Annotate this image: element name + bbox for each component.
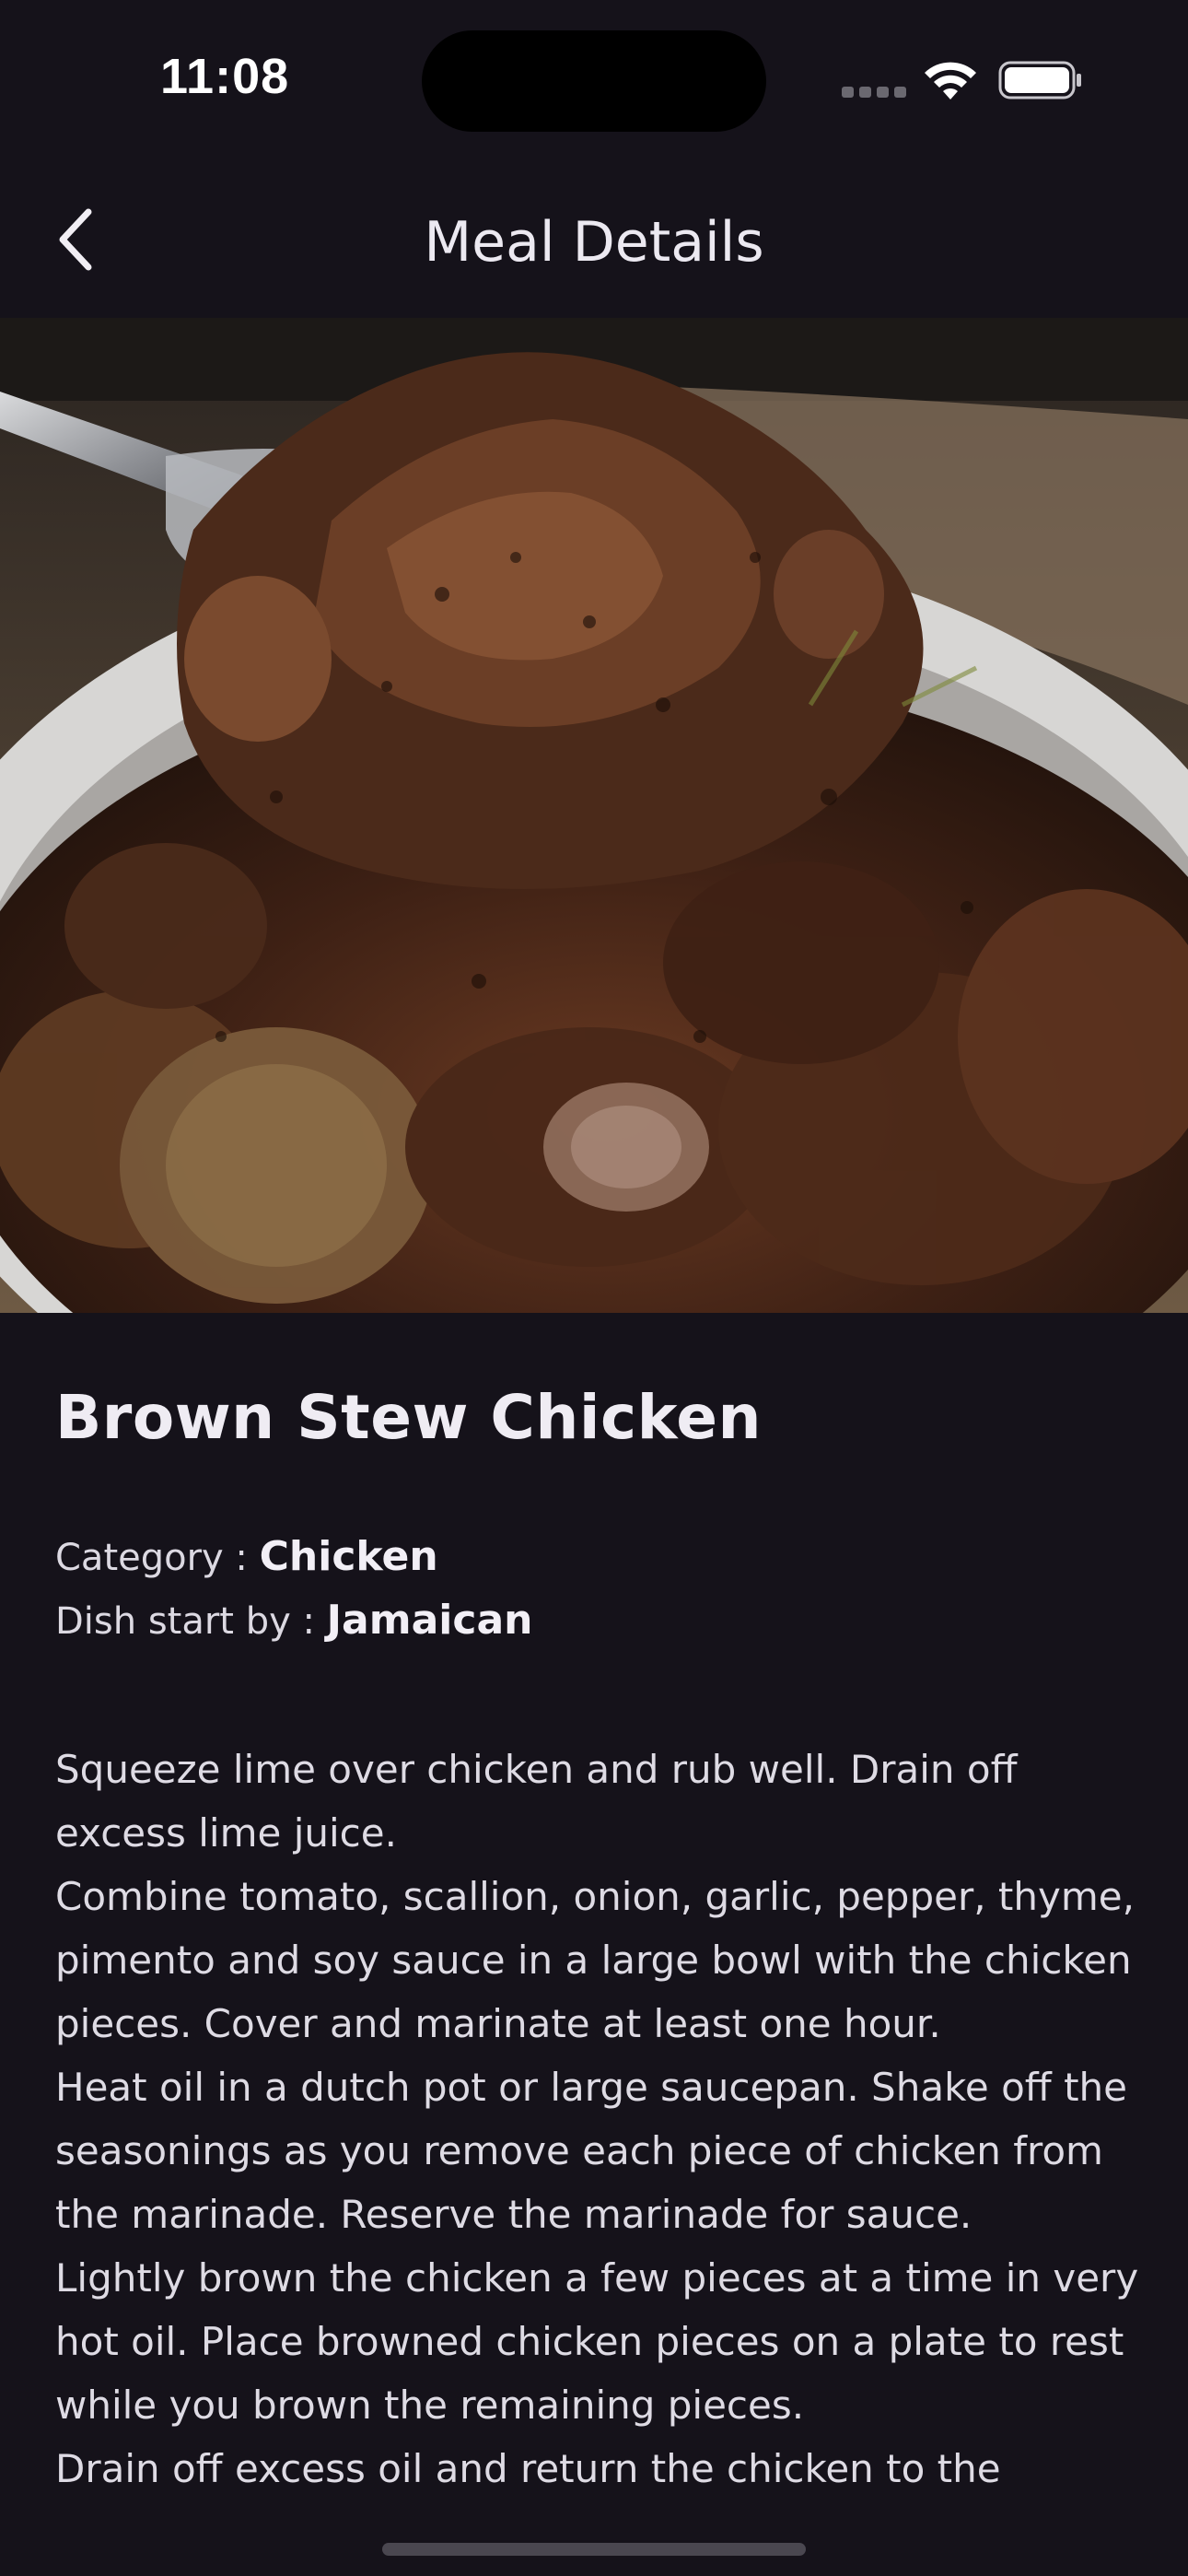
category-value: Chicken (259, 1533, 438, 1580)
area-label: Dish start by : (55, 1600, 327, 1643)
home-indicator[interactable] (382, 2543, 806, 2556)
battery-icon (998, 61, 1081, 100)
meal-area: Dish start by : Jamaican (55, 1597, 532, 1644)
wifi-icon (925, 62, 976, 100)
area-value: Jamaican (326, 1597, 533, 1644)
meal-title: Brown Stew Chicken (55, 1382, 762, 1453)
cellular-signal-icon (842, 87, 906, 98)
meal-category: Category : Chicken (55, 1533, 438, 1580)
bottom-fade (0, 2488, 1188, 2576)
dynamic-island (422, 30, 766, 132)
status-time: 11:08 (160, 49, 290, 104)
category-label: Category : (55, 1537, 260, 1579)
page-title: Meal Details (424, 210, 764, 275)
navigation-bar: Meal Details (0, 157, 1188, 319)
meal-instructions: Squeeze lime over chicken and rub well. … (55, 1747, 1139, 2491)
status-bar: 11:08 (0, 0, 1188, 157)
meal-image (0, 318, 1188, 1313)
